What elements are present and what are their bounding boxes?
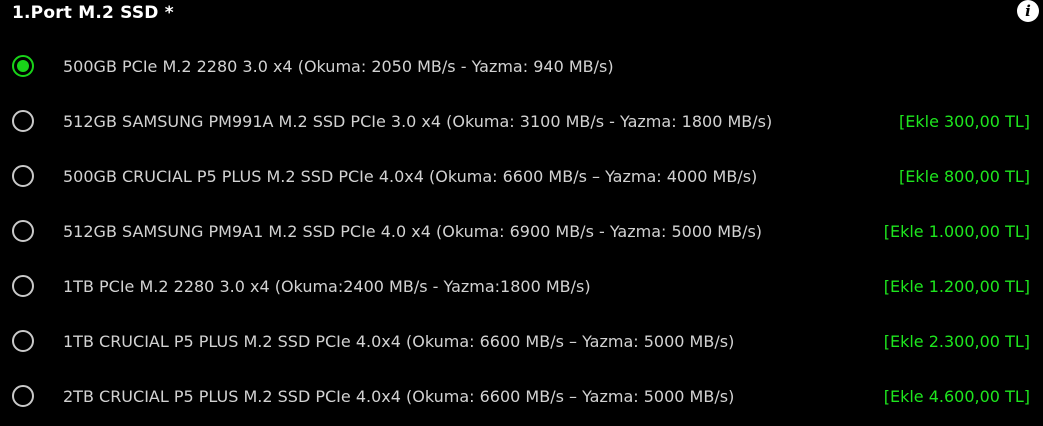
radio-button[interactable] [12, 385, 34, 407]
ssd-option-list: 500GB PCIe M.2 2280 3.0 x4 (Okuma: 2050 … [0, 41, 1043, 426]
option-label: 1TB CRUCIAL P5 PLUS M.2 SSD PCIe 4.0x4 (… [63, 332, 735, 351]
option-price: [Ekle 2.300,00 TL] [883, 332, 1030, 351]
ssd-option[interactable]: 500GB PCIe M.2 2280 3.0 x4 (Okuma: 2050 … [0, 41, 1043, 96]
radio-button-selected[interactable] [12, 55, 34, 77]
option-price: [Ekle 300,00 TL] [899, 112, 1030, 131]
option-label: 500GB CRUCIAL P5 PLUS M.2 SSD PCIe 4.0x4… [63, 167, 758, 186]
info-icon[interactable]: i [1017, 0, 1039, 22]
ssd-option[interactable]: 1TB PCIe M.2 2280 3.0 x4 (Okuma:2400 MB/… [0, 261, 1043, 316]
option-price: [Ekle 1.000,00 TL] [883, 222, 1030, 241]
ssd-option[interactable]: 512GB SAMSUNG PM991A M.2 SSD PCIe 3.0 x4… [0, 96, 1043, 151]
option-price: [Ekle 4.600,00 TL] [883, 387, 1030, 406]
section-title: 1.Port M.2 SSD * [12, 3, 174, 23]
option-label: 512GB SAMSUNG PM9A1 M.2 SSD PCIe 4.0 x4 … [63, 222, 763, 241]
ssd-option[interactable]: 2TB CRUCIAL P5 PLUS M.2 SSD PCIe 4.0x4 (… [0, 371, 1043, 426]
option-label: 1TB PCIe M.2 2280 3.0 x4 (Okuma:2400 MB/… [63, 277, 591, 296]
ssd-option[interactable]: 1TB CRUCIAL P5 PLUS M.2 SSD PCIe 4.0x4 (… [0, 316, 1043, 371]
option-label: 512GB SAMSUNG PM991A M.2 SSD PCIe 3.0 x4… [63, 112, 773, 131]
radio-button[interactable] [12, 330, 34, 352]
option-price: [Ekle 1.200,00 TL] [883, 277, 1030, 296]
radio-button[interactable] [12, 165, 34, 187]
radio-button[interactable] [12, 220, 34, 242]
option-label: 2TB CRUCIAL P5 PLUS M.2 SSD PCIe 4.0x4 (… [63, 387, 735, 406]
option-label: 500GB PCIe M.2 2280 3.0 x4 (Okuma: 2050 … [63, 57, 614, 76]
option-price: [Ekle 800,00 TL] [899, 167, 1030, 186]
ssd-option[interactable]: 500GB CRUCIAL P5 PLUS M.2 SSD PCIe 4.0x4… [0, 151, 1043, 206]
radio-button[interactable] [12, 275, 34, 297]
radio-button[interactable] [12, 110, 34, 132]
ssd-option[interactable]: 512GB SAMSUNG PM9A1 M.2 SSD PCIe 4.0 x4 … [0, 206, 1043, 261]
